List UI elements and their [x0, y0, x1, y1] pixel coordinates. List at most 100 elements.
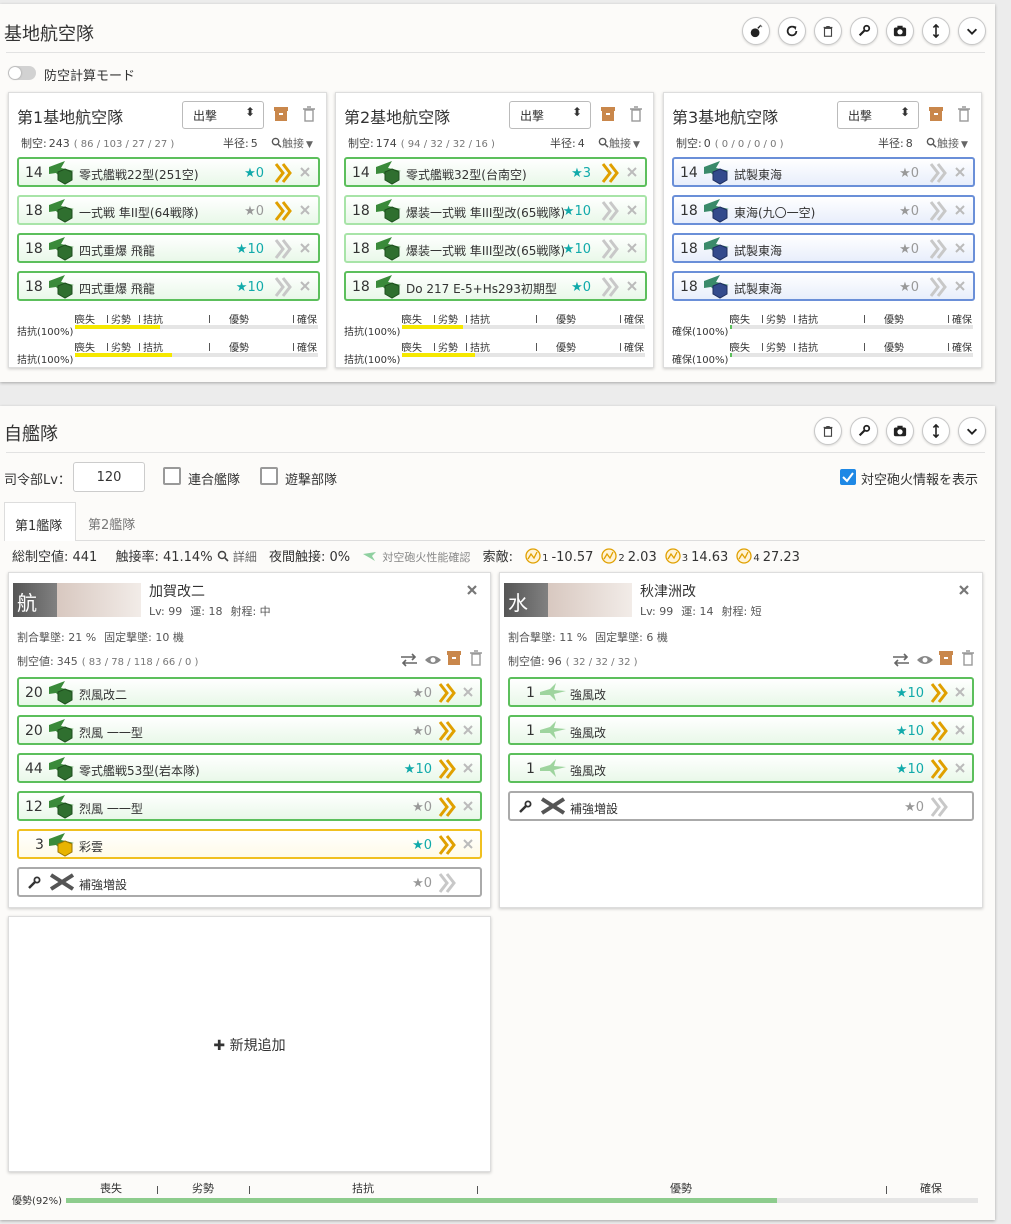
remove-icon[interactable]: [954, 724, 966, 739]
remove-icon[interactable]: [462, 800, 474, 815]
equipment-slot[interactable]: 18 四式重爆 飛龍 ★10: [17, 233, 320, 263]
equipment-slot[interactable]: 14 零式艦戦32型(台南空) ★3: [344, 157, 647, 187]
tab-fleet-2[interactable]: 第2艦隊: [78, 502, 150, 541]
improvement-level[interactable]: ★0: [244, 166, 264, 181]
improvement-level[interactable]: ★0: [412, 724, 432, 739]
equipment-slot[interactable]: 18 爆装一式戦 隼III型改(65戦隊) ★10: [344, 233, 647, 263]
swap-icon[interactable]: [892, 653, 910, 670]
equipment-slot[interactable]: 1 強風改 ★10: [508, 753, 974, 783]
wrench-icon[interactable]: [850, 17, 878, 45]
tab-fleet-1[interactable]: 第1艦隊: [4, 502, 76, 541]
camera-icon[interactable]: [886, 17, 914, 45]
slot-count[interactable]: 14: [25, 165, 43, 181]
equipment-name[interactable]: 烈風改二: [79, 686, 127, 703]
proficiency-chevron-icon[interactable]: [930, 758, 948, 783]
equipment-slot[interactable]: 14 試製東海 ★0: [672, 157, 975, 187]
equipment-name[interactable]: 零式艦戦53型(岩本隊): [79, 762, 200, 779]
proficiency-chevron-icon[interactable]: [274, 276, 292, 301]
equipment-slot[interactable]: 12 烈風 一一型 ★0: [17, 791, 482, 821]
new-ship-slot[interactable]: ✚ 新規追加: [8, 916, 491, 1172]
equipment-name[interactable]: 東海(九〇一空): [734, 204, 815, 221]
close-icon[interactable]: [958, 584, 970, 599]
improvement-level[interactable]: ★0: [412, 800, 432, 815]
improvement-level[interactable]: ★10: [236, 242, 264, 257]
improvement-level[interactable]: ★0: [571, 280, 591, 295]
slot-count[interactable]: 1: [526, 761, 535, 777]
remove-icon[interactable]: [626, 242, 638, 257]
proficiency-chevron-icon[interactable]: [438, 720, 456, 745]
eye-icon[interactable]: [424, 653, 442, 670]
improvement-level[interactable]: ★0: [899, 166, 919, 181]
slot-count[interactable]: 12: [25, 799, 43, 815]
remove-icon[interactable]: [462, 686, 474, 701]
equipment-name[interactable]: 爆装一式戦 隼III型改(65戦隊): [406, 204, 565, 221]
equipment-name[interactable]: 一式戦 隼II型(64戦隊): [79, 204, 199, 221]
proficiency-chevron-icon[interactable]: [601, 200, 619, 225]
trash-icon[interactable]: [468, 649, 484, 670]
improvement-level[interactable]: ★0: [412, 686, 432, 701]
improvement-level[interactable]: ★10: [896, 762, 924, 777]
remove-icon[interactable]: [954, 686, 966, 701]
ship-level[interactable]: Lv: 99: [149, 605, 182, 618]
slot-count[interactable]: 3: [35, 837, 44, 853]
trash-icon[interactable]: [956, 105, 972, 126]
slot-count[interactable]: 18: [352, 241, 370, 257]
improvement-level[interactable]: ★0: [899, 280, 919, 295]
equipment-name[interactable]: Do 217 E-5+Hs293初期型: [406, 280, 557, 297]
slot-count[interactable]: 14: [680, 165, 698, 181]
equipment-name[interactable]: 強風改: [570, 762, 606, 779]
bomb-icon[interactable]: [742, 17, 770, 45]
ship-level[interactable]: Lv: 99: [640, 605, 673, 618]
camera-icon[interactable]: [886, 417, 914, 445]
remove-icon[interactable]: [954, 204, 966, 219]
chevron-down-icon[interactable]: [958, 17, 986, 45]
slot-count[interactable]: 18: [680, 279, 698, 295]
remove-icon[interactable]: [626, 280, 638, 295]
storage-box-icon[interactable]: [600, 105, 616, 126]
proficiency-chevron-icon[interactable]: [929, 276, 947, 301]
trash-icon[interactable]: [814, 17, 842, 45]
vertical-arrows-icon[interactable]: [922, 17, 950, 45]
proficiency-chevron-icon[interactable]: [930, 682, 948, 707]
hq-level-input[interactable]: 120: [73, 462, 145, 492]
aa-info-checkbox[interactable]: [840, 469, 856, 485]
ship-banner[interactable]: 航: [13, 583, 141, 617]
slot-count[interactable]: 18: [352, 279, 370, 295]
proficiency-chevron-icon[interactable]: [438, 834, 456, 859]
proficiency-chevron-icon[interactable]: [438, 758, 456, 783]
equipment-slot[interactable]: 18 試製東海 ★0: [672, 271, 975, 301]
improvement-level[interactable]: ★10: [236, 280, 264, 295]
slot-count[interactable]: 18: [25, 203, 43, 219]
remove-icon[interactable]: [954, 166, 966, 181]
chevron-down-icon[interactable]: [958, 417, 986, 445]
equipment-slot[interactable]: 18 試製東海 ★0: [672, 233, 975, 263]
proficiency-chevron-icon[interactable]: [438, 682, 456, 707]
expansion-slot[interactable]: 補強増設 ★0: [17, 867, 482, 897]
proficiency-chevron-icon[interactable]: [929, 238, 947, 263]
equipment-name[interactable]: 強風改: [570, 724, 606, 741]
remove-icon[interactable]: [626, 166, 638, 181]
remove-icon[interactable]: [954, 280, 966, 295]
wrench-icon[interactable]: [850, 417, 878, 445]
combined-fleet-checkbox[interactable]: [163, 467, 181, 485]
improvement-level[interactable]: ★10: [896, 724, 924, 739]
improvement-level[interactable]: ★0: [899, 242, 919, 257]
mode-select[interactable]: 出撃 ⬍: [509, 101, 591, 129]
contact-button[interactable]: 触接 ▼: [271, 135, 313, 151]
equipment-slot[interactable]: 1 強風改 ★10: [508, 677, 974, 707]
trash-icon[interactable]: [814, 417, 842, 445]
equipment-slot[interactable]: 20 烈風 一一型 ★0: [17, 715, 482, 745]
slot-count[interactable]: 20: [25, 685, 43, 701]
trash-icon[interactable]: [960, 649, 976, 670]
slot-count[interactable]: 14: [352, 165, 370, 181]
trash-icon[interactable]: [301, 105, 317, 126]
equipment-name[interactable]: 四式重爆 飛龍: [79, 242, 155, 259]
aa-mode-toggle[interactable]: [8, 66, 36, 80]
remove-icon[interactable]: [299, 166, 311, 181]
proficiency-chevron-icon[interactable]: [601, 162, 619, 187]
equipment-slot[interactable]: 44 零式艦戦53型(岩本隊) ★10: [17, 753, 482, 783]
slot-count[interactable]: 44: [25, 761, 43, 777]
eye-icon[interactable]: [916, 653, 934, 670]
equipment-name[interactable]: 試製東海: [734, 280, 782, 297]
slot-count[interactable]: 18: [25, 279, 43, 295]
